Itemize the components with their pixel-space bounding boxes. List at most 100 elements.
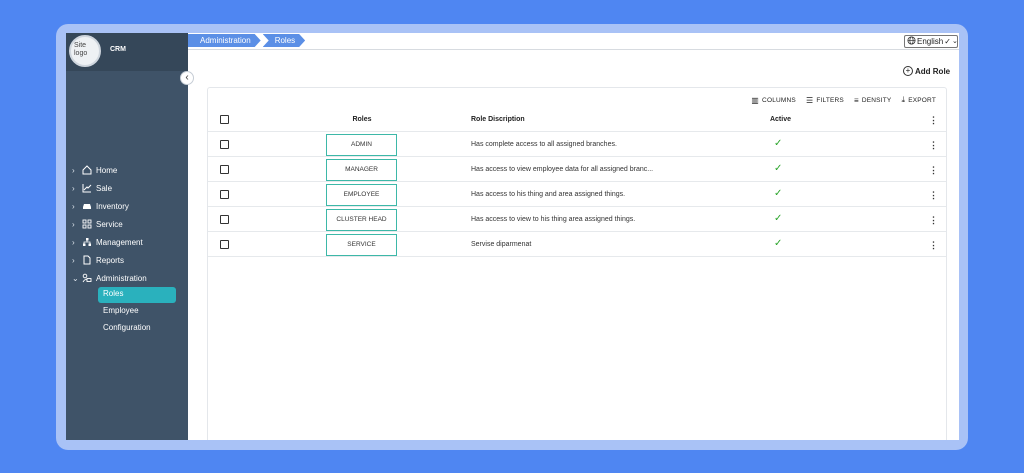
- sidebar-item-label: Home: [96, 165, 118, 175]
- breadcrumb-item-administration[interactable]: Administration: [188, 34, 261, 47]
- density-label: DENSITY: [861, 96, 892, 104]
- breadcrumb-item-roles[interactable]: Roles: [263, 34, 305, 47]
- site-logo[interactable]: Site logo: [69, 35, 101, 67]
- chevron-left-icon[interactable]: ‹: [180, 71, 194, 85]
- row-menu-icon[interactable]: ⋮: [929, 233, 938, 257]
- add-role-button[interactable]: + Add Role: [903, 66, 950, 76]
- check-icon: ✓: [944, 37, 951, 46]
- sidebar-subitem-employee[interactable]: Employee: [98, 304, 176, 320]
- table-toolbar: ▥ COLUMNS ☰ FILTERS ≡ DENSITY ⤓ EXPORT: [751, 95, 936, 105]
- sidebar-item-label: Management: [96, 237, 143, 247]
- divider: [188, 49, 959, 50]
- sidebar-header: Site logo CRM: [66, 33, 188, 71]
- sidebar-item-inventory[interactable]: › Inventory: [72, 197, 176, 215]
- filter-icon: ☰: [805, 95, 814, 105]
- export-button[interactable]: ⤓ EXPORT: [901, 95, 936, 105]
- filters-label: FILTERS: [816, 96, 844, 104]
- export-label: EXPORT: [908, 96, 936, 104]
- sidebar-item-label: Service: [96, 219, 123, 229]
- chevron-right-icon: ›: [72, 219, 75, 229]
- chart-icon: [81, 183, 92, 193]
- check-icon: ✓: [774, 238, 783, 249]
- columns-label: COLUMNS: [762, 96, 796, 104]
- row-checkbox[interactable]: [220, 215, 229, 224]
- density-icon: ≡: [853, 95, 859, 105]
- role-name: EMPLOYEE: [326, 184, 397, 206]
- language-value: English: [917, 37, 944, 46]
- table-row[interactable]: ADMIN Has complete access to all assigne…: [208, 133, 946, 157]
- row-checkbox[interactable]: [220, 190, 229, 199]
- brand-name: CRM: [110, 46, 126, 53]
- columns-button[interactable]: ▥ COLUMNS: [751, 95, 796, 105]
- filters-button[interactable]: ☰ FILTERS: [806, 95, 844, 105]
- download-icon: ⤓: [901, 95, 906, 104]
- sidebar-item-administration[interactable]: ⌄ Administration: [72, 269, 176, 287]
- chevron-right-icon: ›: [72, 183, 75, 193]
- app-window: Site logo CRM › Home › Sale › Inventory …: [66, 33, 959, 440]
- grid-icon: [81, 219, 92, 229]
- row-menu-icon[interactable]: ⋮: [929, 133, 938, 157]
- plus-icon: +: [903, 66, 913, 76]
- check-icon: ✓: [774, 213, 783, 224]
- home-icon: [81, 165, 92, 175]
- row-checkbox[interactable]: [220, 140, 229, 149]
- check-icon: ✓: [774, 163, 783, 174]
- chevron-right-icon: ›: [72, 237, 75, 247]
- role-description: Has complete access to all assigned bran…: [471, 141, 617, 148]
- role-name: CLUSTER HEAD: [326, 209, 397, 231]
- check-icon: ✓: [774, 138, 783, 149]
- sidebar-item-management[interactable]: › Management: [72, 233, 176, 251]
- add-role-label: Add Role: [915, 66, 951, 76]
- row-checkbox[interactable]: [220, 165, 229, 174]
- role-name: ADMIN: [326, 134, 397, 156]
- table-row[interactable]: MANAGER Has access to view employee data…: [208, 158, 946, 182]
- role-description: Has access to his thing and area assigne…: [471, 191, 626, 198]
- breadcrumb: Administration Roles: [188, 34, 307, 47]
- role-name: SERVICE: [326, 234, 397, 256]
- chevron-right-icon: ›: [72, 255, 75, 265]
- row-menu-icon[interactable]: ⋮: [929, 183, 938, 207]
- sidebar-subitem-configuration[interactable]: Configuration: [98, 321, 176, 337]
- row-checkbox[interactable]: [220, 240, 229, 249]
- sidebar-nav: › Home › Sale › Inventory › Service › Ma…: [72, 161, 176, 338]
- table-row[interactable]: CLUSTER HEAD Has access to view to his t…: [208, 208, 946, 232]
- density-button[interactable]: ≡ DENSITY: [854, 95, 891, 105]
- administration-submenu: Roles Employee Configuration: [98, 287, 176, 337]
- sidebar-subitem-roles[interactable]: Roles: [98, 287, 176, 303]
- sidebar-item-label: Administration: [96, 273, 147, 283]
- chevron-down-icon: ⌄: [72, 273, 79, 283]
- sidebar-item-sale[interactable]: › Sale: [72, 179, 176, 197]
- row-menu-icon[interactable]: ⋮: [929, 158, 938, 182]
- column-menu-icon[interactable]: ⋮: [929, 108, 938, 132]
- language-select[interactable]: English ✓ ⌄: [904, 35, 958, 48]
- sidebar-item-reports[interactable]: › Reports: [72, 251, 176, 269]
- roles-table: ▥ COLUMNS ☰ FILTERS ≡ DENSITY ⤓ EXPORT Roles…: [207, 87, 947, 440]
- chevron-down-icon: ⌄: [951, 38, 958, 45]
- column-header-roles[interactable]: Roles: [326, 108, 398, 132]
- sidebar-item-label: Reports: [96, 255, 125, 265]
- columns-icon: ▥: [751, 95, 760, 105]
- role-name: MANAGER: [326, 159, 397, 181]
- table-header-row: Roles Role Discription Active ⋮: [208, 108, 946, 132]
- sidebar-item-service[interactable]: › Service: [72, 215, 176, 233]
- role-description: Has access to view to his thing area ass…: [471, 216, 636, 223]
- globe-icon: [907, 35, 916, 48]
- select-all-checkbox[interactable]: [220, 115, 229, 124]
- table-row[interactable]: EMPLOYEE Has access to his thing and are…: [208, 183, 946, 207]
- admin-icon: [81, 273, 92, 283]
- chevron-right-icon: ›: [72, 165, 75, 175]
- check-icon: ✓: [774, 188, 783, 199]
- chevron-right-icon: ›: [72, 201, 75, 211]
- row-menu-icon[interactable]: ⋮: [929, 208, 938, 232]
- file-icon: [81, 255, 92, 265]
- car-icon: [81, 201, 92, 211]
- sidebar: Site logo CRM › Home › Sale › Inventory …: [66, 33, 188, 440]
- role-description: Servise diparmenat: [471, 241, 532, 248]
- role-description: Has access to view employee data for all…: [471, 166, 654, 173]
- column-header-description[interactable]: Role Discription: [471, 108, 525, 132]
- column-header-active[interactable]: Active: [763, 108, 798, 132]
- sidebar-item-label: Inventory: [96, 201, 129, 211]
- sidebar-item-home[interactable]: › Home: [72, 161, 176, 179]
- table-row[interactable]: SERVICE Servise diparmenat ✓ ⋮: [208, 233, 946, 257]
- sidebar-item-label: Sale: [96, 183, 113, 193]
